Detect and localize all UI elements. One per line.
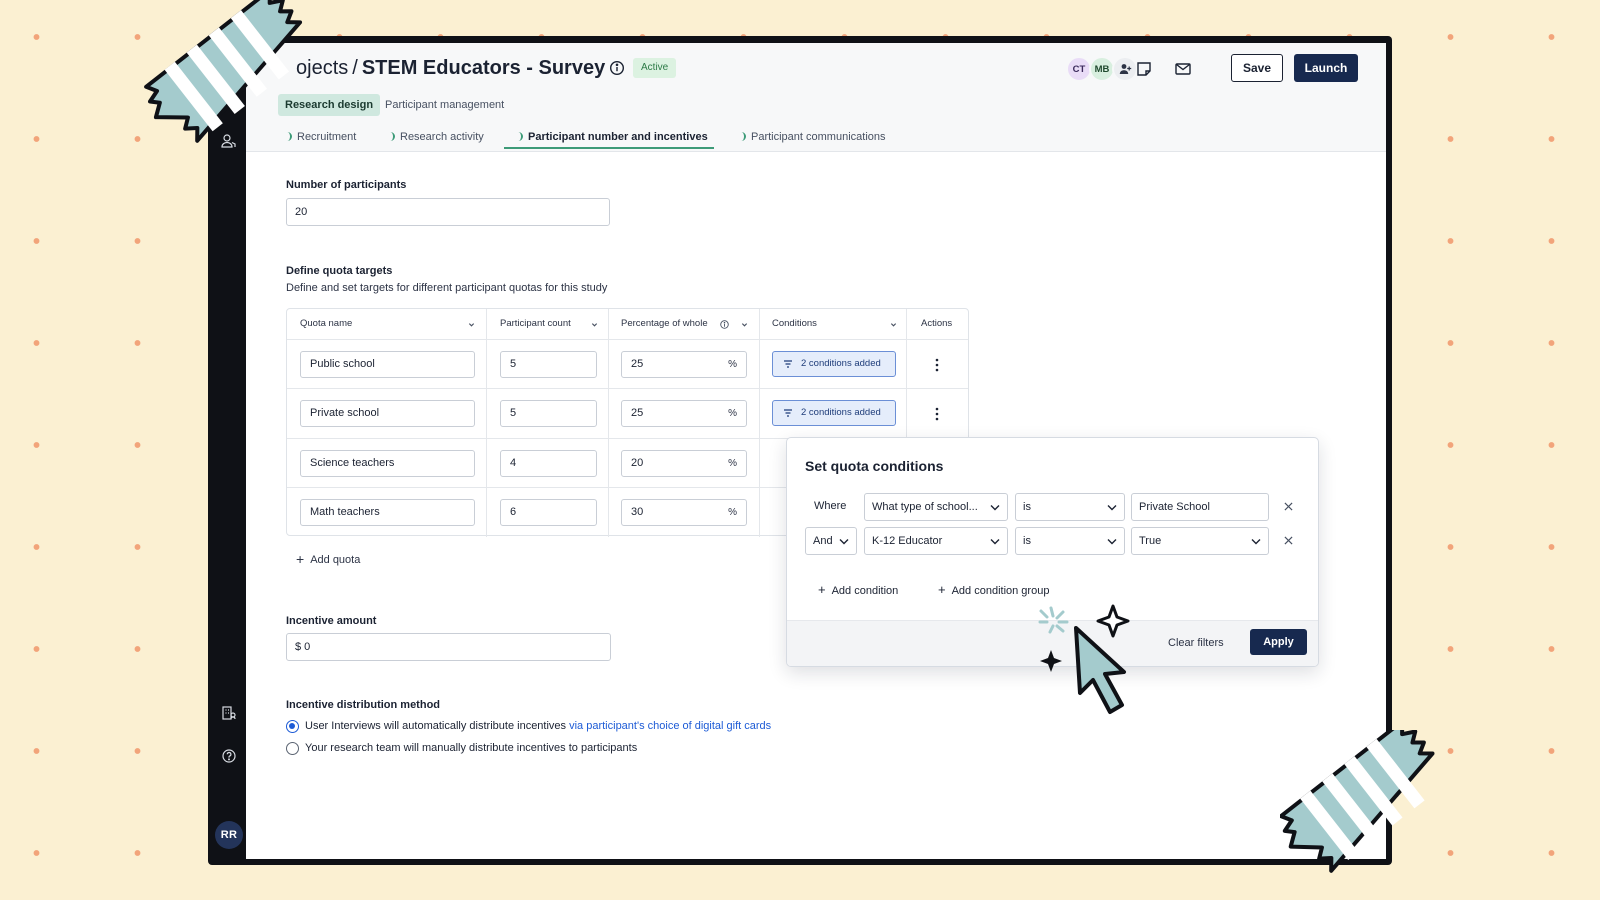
filter-icon <box>784 409 792 417</box>
chevron-down-icon <box>591 323 598 327</box>
quota-description: Define and set targets for different par… <box>286 282 608 294</box>
add-quota-button[interactable]: + Add quota <box>296 551 360 567</box>
percentage-input[interactable]: 20% <box>621 450 747 477</box>
help-icon[interactable] <box>221 748 237 764</box>
percentage-input[interactable]: 25% <box>621 400 747 427</box>
building-icon[interactable] <box>221 705 237 721</box>
quota-name-input[interactable]: Math teachers <box>300 499 475 526</box>
active-step-indicator <box>504 147 714 149</box>
progress-ring-icon <box>387 132 395 141</box>
column-header-actions: Actions <box>921 318 953 329</box>
chevron-down-icon <box>890 323 897 327</box>
where-label: Where <box>814 500 847 512</box>
add-condition-group-button[interactable]: + Add condition group <box>938 582 1049 597</box>
popover-title: Set quota conditions <box>805 458 944 474</box>
top-bar: ojects / STEM Educators - Survey Active CT… <box>246 43 1386 152</box>
participant-count-input[interactable]: 5 <box>500 400 597 427</box>
auto-distribution-radio[interactable] <box>286 720 299 733</box>
column-header-conditions[interactable]: Conditions <box>772 309 902 339</box>
condition-operator-select[interactable]: is <box>1015 527 1125 555</box>
launch-button[interactable]: Launch <box>1294 54 1358 82</box>
conditions-button[interactable]: 2 conditions added <box>772 400 896 426</box>
quota-name-input[interactable]: Private school <box>300 400 475 427</box>
condition-operator-select[interactable]: is <box>1015 493 1125 521</box>
distribution-label: Incentive distribution method <box>286 699 441 711</box>
row-actions-kebab-icon[interactable] <box>935 358 939 372</box>
quota-title: Define quota targets <box>286 265 393 277</box>
add-condition-button[interactable]: + Add condition <box>818 582 898 597</box>
cursor-sparkle-icon <box>1038 604 1130 714</box>
column-header-percentage[interactable]: Percentage of whole <box>621 309 756 339</box>
tab-participant-management[interactable]: Participant management <box>385 94 504 116</box>
plus-icon: + <box>296 551 305 567</box>
plus-icon: + <box>818 582 826 597</box>
incentive-label: Incentive amount <box>286 615 377 627</box>
mail-icon[interactable] <box>1174 60 1192 78</box>
participants-input[interactable]: 20 <box>286 198 610 226</box>
participant-count-input[interactable]: 6 <box>500 499 597 526</box>
column-header-participant-count[interactable]: Participant count <box>500 309 605 339</box>
chevron-down-icon <box>1251 539 1261 545</box>
add-user-icon <box>1119 64 1131 74</box>
save-button[interactable]: Save <box>1231 54 1283 82</box>
close-icon[interactable] <box>1284 502 1293 511</box>
user-avatar[interactable]: RR <box>215 821 243 849</box>
clear-filters-button[interactable]: Clear filters <box>1168 637 1224 649</box>
participant-count-input[interactable]: 4 <box>500 450 597 477</box>
column-header-quota-name[interactable]: Quota name <box>300 309 480 339</box>
percentage-input[interactable]: 30% <box>621 499 747 526</box>
chevron-down-icon <box>468 323 475 327</box>
apply-button[interactable]: Apply <box>1250 629 1307 655</box>
gift-cards-link[interactable]: via participant's choice of digital gift… <box>569 720 771 732</box>
manual-distribution-label: Your research team will manually distrib… <box>305 742 638 754</box>
progress-ring-icon <box>738 132 746 141</box>
quota-name-input[interactable]: Public school <box>300 351 475 378</box>
participant-count-input[interactable]: 5 <box>500 351 597 378</box>
row-actions-kebab-icon[interactable] <box>935 407 939 421</box>
close-icon[interactable] <box>1284 536 1293 545</box>
info-icon <box>720 320 729 329</box>
filter-icon <box>784 360 792 368</box>
connector-select[interactable]: And <box>805 527 857 555</box>
condition-value-input[interactable]: Private School <box>1131 493 1269 521</box>
step-participant-communications[interactable]: Participant communications <box>738 126 886 148</box>
condition-field-select[interactable]: What type of school... <box>864 493 1008 521</box>
incentive-amount-input[interactable]: $ 0 <box>286 633 611 661</box>
chevron-down-icon <box>839 539 849 545</box>
chevron-down-icon <box>1107 539 1117 545</box>
info-icon[interactable] <box>609 60 625 76</box>
step-participant-number[interactable]: Participant number and incentives <box>515 126 708 148</box>
chevron-down-icon <box>741 323 748 327</box>
tape-decoration-icon <box>1280 730 1435 873</box>
step-research-activity[interactable]: Research activity <box>387 126 484 148</box>
conditions-button[interactable]: 2 conditions added <box>772 351 896 377</box>
progress-ring-icon <box>515 132 523 141</box>
percentage-input[interactable]: 25% <box>621 351 747 378</box>
participants-label: Number of participants <box>286 179 407 191</box>
manual-distribution-radio[interactable] <box>286 742 299 755</box>
plus-icon: + <box>938 582 946 597</box>
project-title: STEM Educators - Survey <box>361 57 606 79</box>
tape-decoration-icon <box>144 0 303 143</box>
status-badge: Active <box>633 58 677 78</box>
condition-field-select[interactable]: K-12 Educator <box>864 527 1008 555</box>
condition-value-select[interactable]: True <box>1131 527 1269 555</box>
chevron-down-icon <box>1107 505 1117 511</box>
chevron-down-icon <box>990 505 1000 511</box>
auto-distribution-label: User Interviews will automatically distr… <box>305 720 772 732</box>
quota-name-input[interactable]: Science teachers <box>300 450 475 477</box>
notes-icon[interactable] <box>1135 60 1153 78</box>
chevron-down-icon <box>990 539 1000 545</box>
